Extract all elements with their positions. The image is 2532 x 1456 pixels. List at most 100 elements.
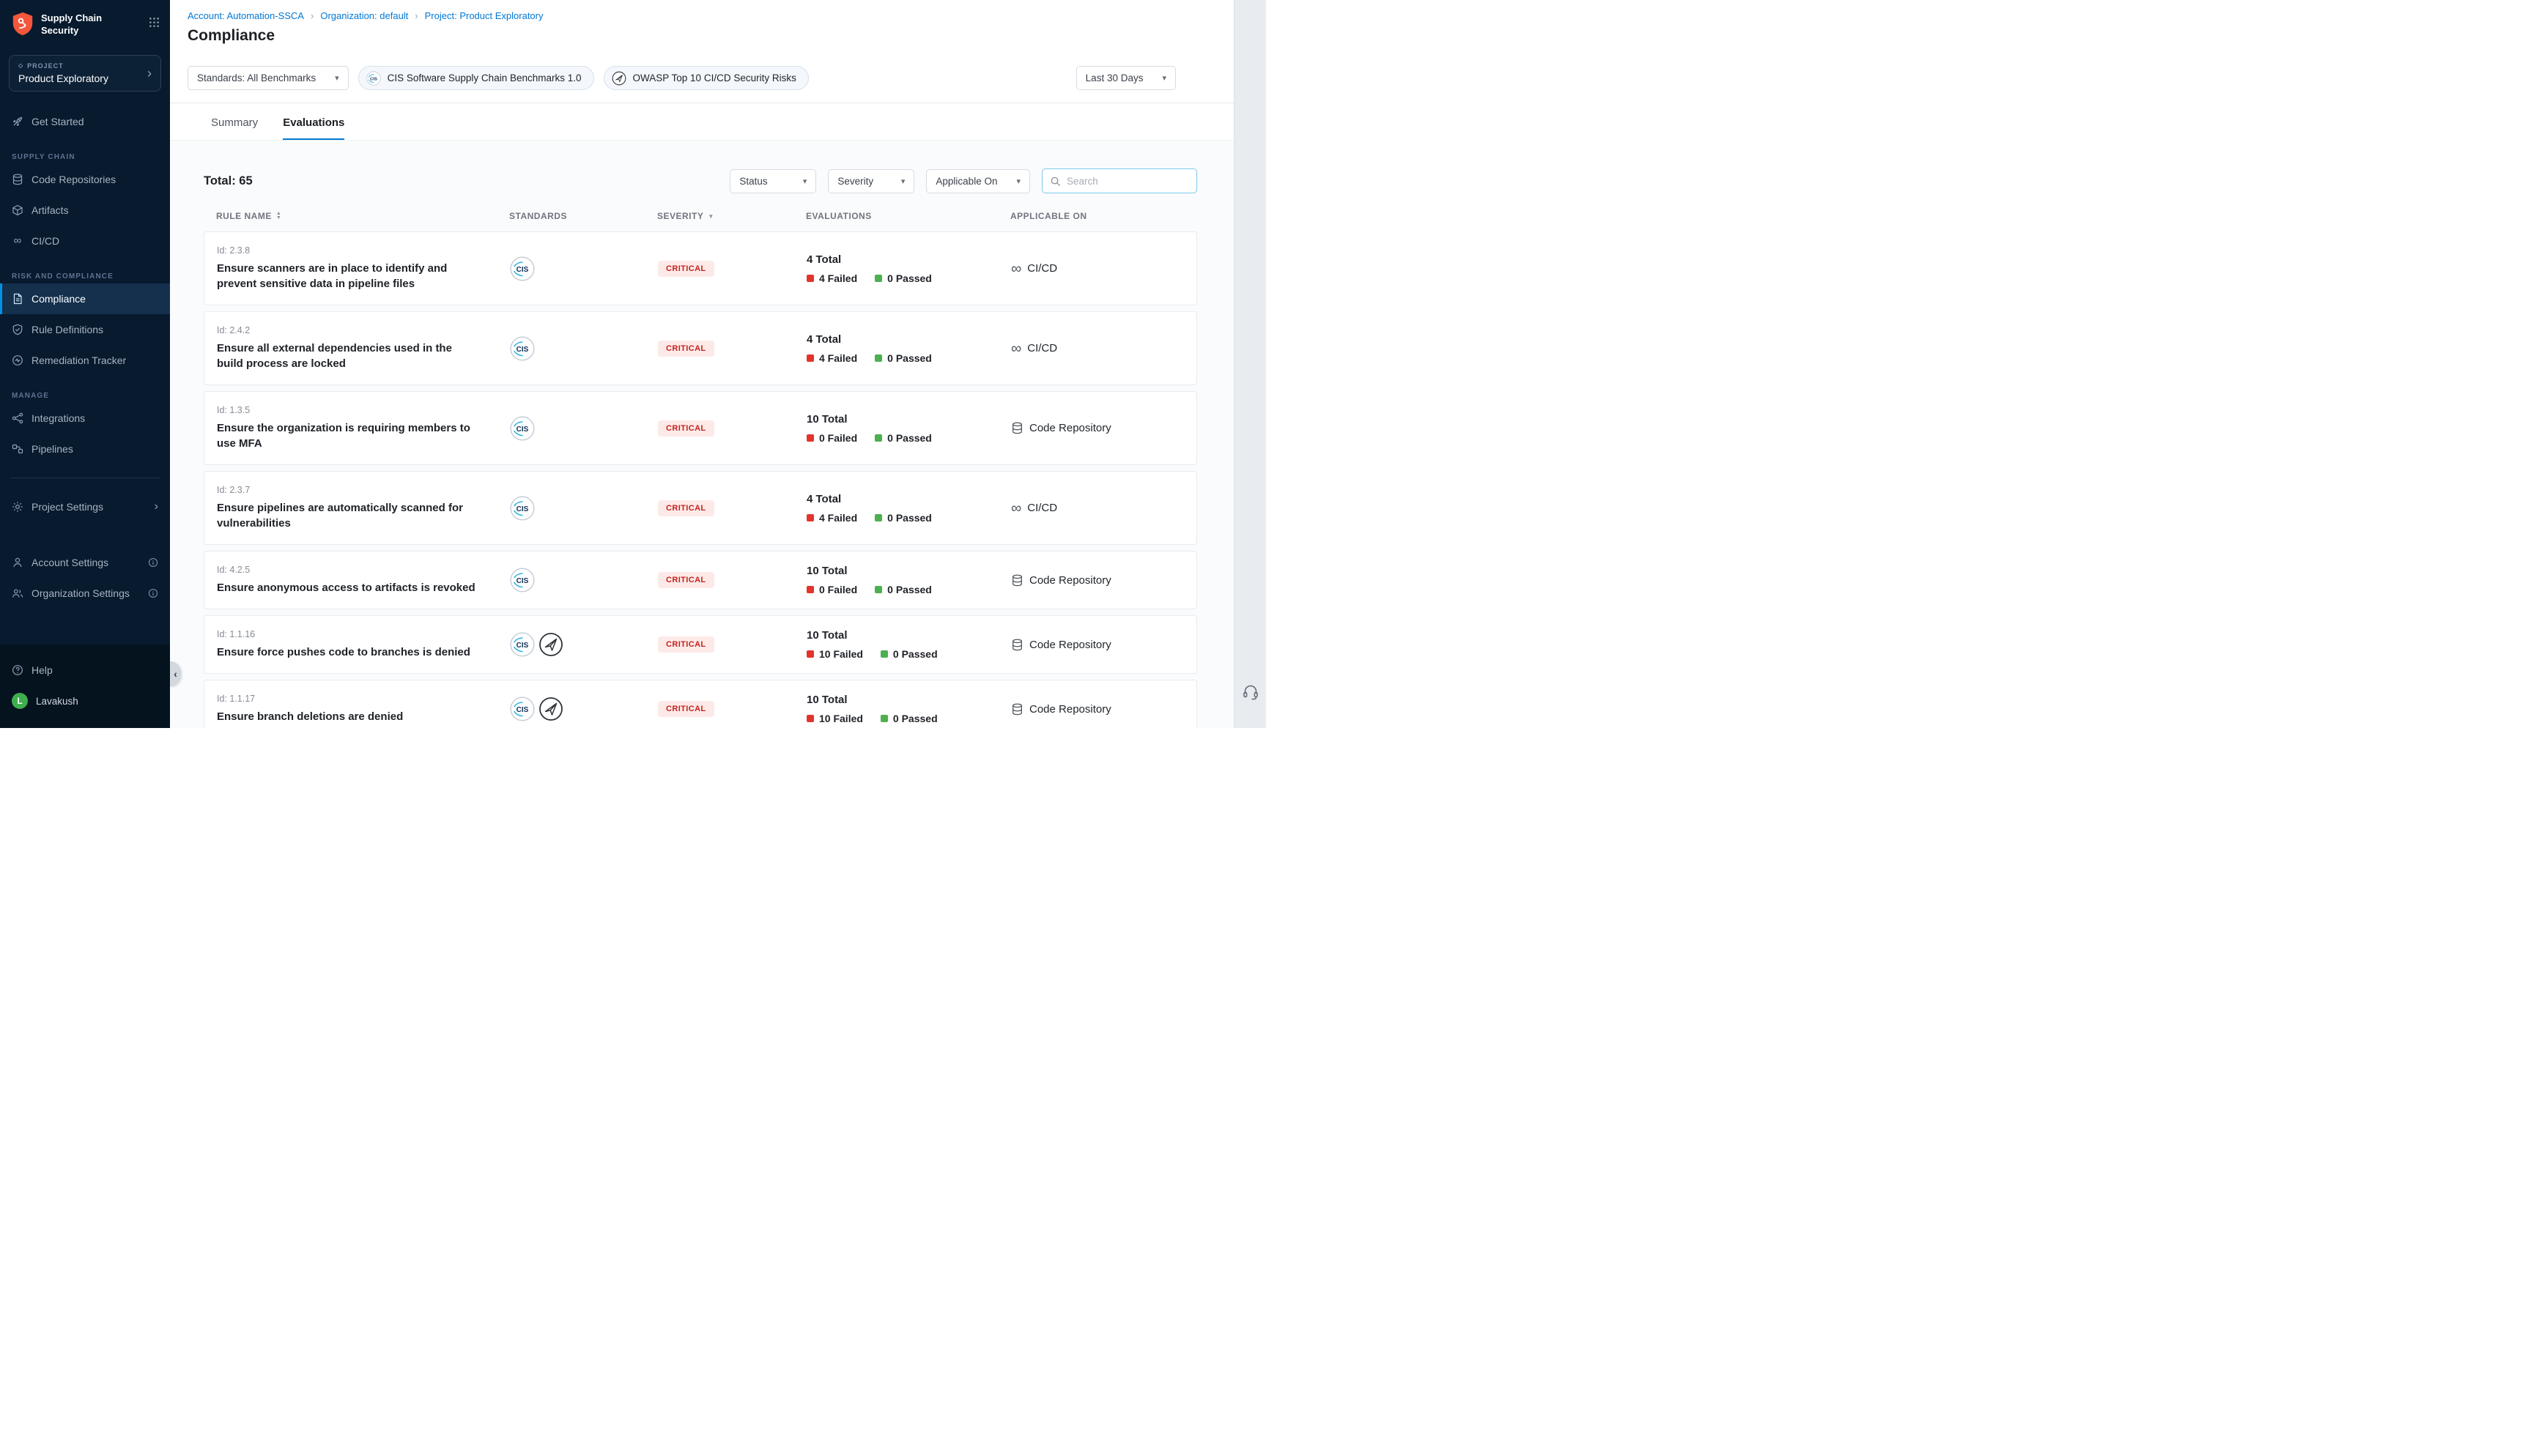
chevron-down-icon: ▾ bbox=[1016, 177, 1021, 186]
standards-dropdown[interactable]: Standards: All Benchmarks ▾ bbox=[188, 66, 349, 90]
date-range-dropdown[interactable]: Last 30 Days ▾ bbox=[1076, 66, 1176, 90]
breadcrumb-organization[interactable]: Organization: default bbox=[320, 10, 408, 21]
breadcrumb-account[interactable]: Account: Automation-SSCA bbox=[188, 10, 304, 21]
brand-title: Supply Chain Security bbox=[41, 12, 141, 37]
tab-evaluations[interactable]: Evaluations bbox=[283, 116, 344, 140]
brand-line1: Supply Chain bbox=[41, 12, 141, 25]
code-repository-icon bbox=[1011, 703, 1023, 716]
sidebar-item-pipelines[interactable]: Pipelines bbox=[0, 434, 170, 464]
person-icon bbox=[12, 557, 23, 568]
passed-indicator bbox=[875, 275, 882, 282]
benchmark-chip-owasp[interactable]: OWASP Top 10 CI/CD Security Risks bbox=[604, 66, 809, 90]
rule-id: Id: 2.4.2 bbox=[217, 325, 481, 335]
page-header: Account: Automation-SSCA › Organization:… bbox=[170, 0, 1234, 53]
applicable-on-label: Code Repository bbox=[1029, 639, 1111, 651]
support-headset-icon[interactable] bbox=[1242, 683, 1259, 700]
sidebar-item-rule-definitions[interactable]: Rule Definitions bbox=[0, 314, 170, 345]
main-content: Account: Automation-SSCA › Organization:… bbox=[170, 0, 1234, 728]
breadcrumb-separator-icon: › bbox=[311, 10, 314, 21]
sort-icon: ▲ ▼ bbox=[276, 212, 281, 220]
project-label-row: ◇ PROJECT bbox=[18, 62, 108, 70]
table-row[interactable]: Id: 1.1.16 Ensure force pushes code to b… bbox=[204, 615, 1197, 674]
project-selector[interactable]: ◇ PROJECT Product Exploratory › bbox=[9, 55, 161, 92]
table-row[interactable]: Id: 2.3.7 Ensure pipelines are automatic… bbox=[204, 471, 1197, 545]
failed-count: 0 Failed bbox=[819, 584, 857, 595]
sidebar-item-label: Compliance bbox=[32, 293, 86, 305]
rule-name: Ensure all external dependencies used in… bbox=[217, 341, 481, 371]
applicable-on-label: Code Repository bbox=[1029, 703, 1111, 716]
chevron-down-icon: ▾ bbox=[335, 73, 339, 83]
standards-dropdown-value: Standards: All Benchmarks bbox=[197, 73, 316, 83]
code-repository-icon bbox=[1011, 639, 1023, 651]
sidebar-item-label: Integrations bbox=[32, 412, 85, 424]
sidebar-item-remediation-tracker[interactable]: Remediation Tracker bbox=[0, 345, 170, 376]
user-menu[interactable]: L Lavakush bbox=[0, 686, 170, 716]
severity-filter-dropdown[interactable]: Severity ▾ bbox=[828, 169, 914, 193]
sidebar-item-account-settings[interactable]: Account Settings bbox=[0, 547, 170, 578]
table-row[interactable]: Id: 4.2.5 Ensure anonymous access to art… bbox=[204, 551, 1197, 609]
sidebar-item-get-started[interactable]: Get Started bbox=[0, 106, 170, 137]
rule-id: Id: 2.3.8 bbox=[217, 245, 481, 256]
rule-name: Ensure anonymous access to artifacts is … bbox=[217, 580, 481, 595]
column-header-rule-name[interactable]: RULE NAME ▲ ▼ bbox=[204, 211, 509, 221]
sidebar-item-artifacts[interactable]: Artifacts bbox=[0, 195, 170, 226]
column-header-applicable-on[interactable]: APPLICABLE ON bbox=[1010, 211, 1197, 221]
column-header-standards[interactable]: STANDARDS bbox=[509, 211, 657, 221]
sidebar-item-help[interactable]: Help bbox=[0, 655, 170, 686]
rule-name: Ensure the organization is requiring mem… bbox=[217, 420, 481, 451]
sidebar-item-label: Pipelines bbox=[32, 443, 73, 455]
project-diamond-icon: ◇ bbox=[18, 62, 23, 69]
table-row[interactable]: Id: 2.3.8 Ensure scanners are in place t… bbox=[204, 231, 1197, 305]
failed-indicator bbox=[807, 586, 814, 593]
section-label-manage: MANAGE bbox=[12, 392, 158, 400]
tabs: Summary Evaluations bbox=[170, 103, 1234, 141]
applicable-on-filter-dropdown[interactable]: Applicable On ▾ bbox=[926, 169, 1030, 193]
table-row[interactable]: Id: 1.1.17 Ensure branch deletions are d… bbox=[204, 680, 1197, 728]
breadcrumb-project[interactable]: Project: Product Exploratory bbox=[425, 10, 544, 21]
cicd-icon: ∞ bbox=[1011, 341, 1021, 356]
status-filter-dropdown[interactable]: Status ▾ bbox=[730, 169, 816, 193]
benchmark-chip-cis[interactable]: CIS Software Supply Chain Benchmarks 1.0 bbox=[358, 66, 594, 90]
chip-label: CIS Software Supply Chain Benchmarks 1.0 bbox=[388, 73, 582, 83]
passed-count: 0 Passed bbox=[893, 713, 938, 724]
search-icon bbox=[1050, 176, 1061, 187]
failed-count: 0 Failed bbox=[819, 432, 857, 444]
section-label-risk-compliance: RISK AND COMPLIANCE bbox=[12, 272, 158, 281]
brand-line2: Security bbox=[41, 25, 141, 37]
table-row[interactable]: Id: 2.4.2 Ensure all external dependenci… bbox=[204, 311, 1197, 385]
severity-badge: CRITICAL bbox=[658, 500, 714, 516]
chevron-down-icon: ▾ bbox=[803, 177, 807, 186]
sidebar-item-label: Organization Settings bbox=[32, 587, 130, 599]
failed-indicator bbox=[807, 514, 814, 521]
owasp-standard-icon bbox=[538, 632, 563, 657]
code-repository-icon bbox=[1011, 422, 1023, 434]
column-header-evaluations[interactable]: EVALUATIONS bbox=[806, 211, 1010, 221]
sidebar-item-label: Project Settings bbox=[32, 501, 103, 513]
table-row[interactable]: Id: 1.3.5 Ensure the organization is req… bbox=[204, 391, 1197, 465]
total-count: Total: 65 bbox=[204, 174, 253, 188]
sidebar-item-code-repositories[interactable]: Code Repositories bbox=[0, 164, 170, 195]
cicd-icon: ∞ bbox=[1011, 501, 1021, 516]
sidebar-item-project-settings[interactable]: Project Settings › bbox=[0, 491, 170, 522]
page-title: Compliance bbox=[188, 27, 1216, 45]
failed-count: 10 Failed bbox=[819, 713, 863, 724]
sidebar: Supply Chain Security ◇ PROJECT Product … bbox=[0, 0, 170, 728]
sidebar-item-integrations[interactable]: Integrations bbox=[0, 403, 170, 434]
filter-bar: Standards: All Benchmarks ▾ CIS Software… bbox=[170, 53, 1234, 103]
evaluations-total: 10 Total bbox=[807, 694, 1011, 706]
module-grid-icon[interactable] bbox=[149, 17, 160, 28]
failed-count: 4 Failed bbox=[819, 512, 857, 524]
breadcrumb: Account: Automation-SSCA › Organization:… bbox=[188, 10, 1216, 21]
sidebar-item-organization-settings[interactable]: Organization Settings bbox=[0, 578, 170, 609]
tab-summary[interactable]: Summary bbox=[211, 116, 258, 140]
passed-count: 0 Passed bbox=[887, 584, 932, 595]
app-window: Supply Chain Security ◇ PROJECT Product … bbox=[0, 0, 1266, 728]
sidebar-item-compliance[interactable]: Compliance bbox=[0, 283, 170, 314]
passed-count: 0 Passed bbox=[887, 512, 932, 524]
sidebar-item-cicd[interactable]: ∞ CI/CD bbox=[0, 226, 170, 256]
search-input[interactable] bbox=[1067, 176, 1189, 187]
database-icon bbox=[12, 174, 23, 185]
evaluations-total: 10 Total bbox=[807, 565, 1011, 577]
info-icon bbox=[148, 557, 158, 568]
column-header-severity[interactable]: SEVERITY ▼ bbox=[657, 211, 806, 221]
